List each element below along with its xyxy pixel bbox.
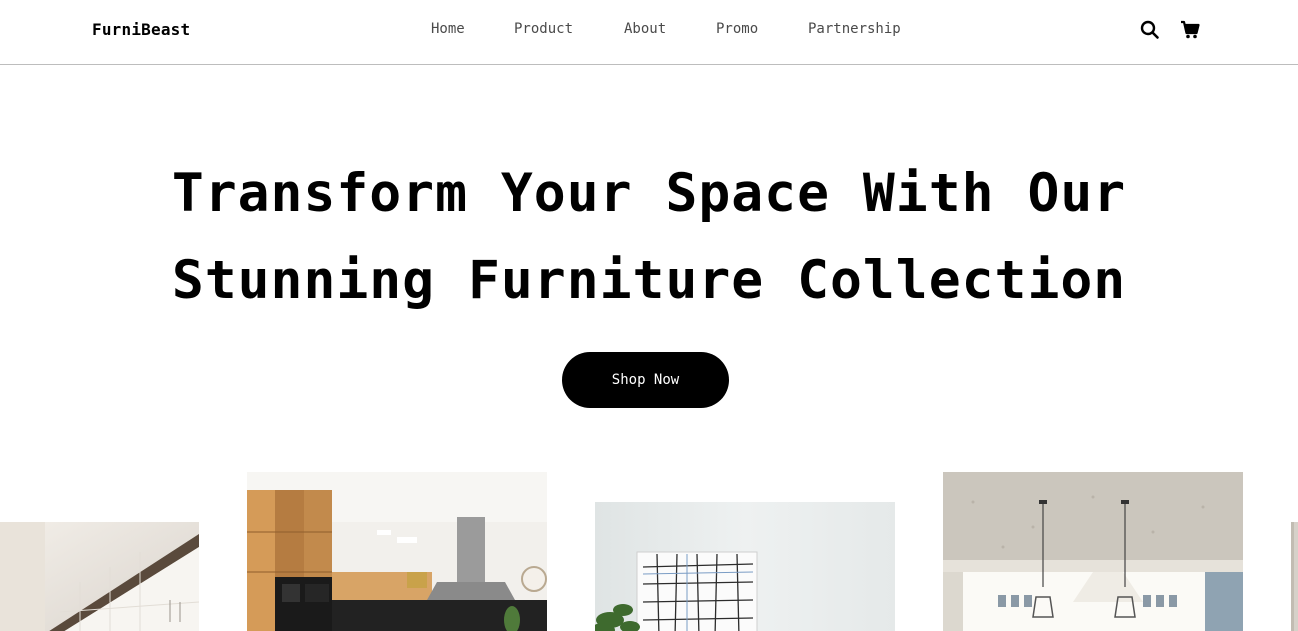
hero-title-line-1: Transform Your Space With Our: [171, 163, 1127, 224]
hero-title: Transform Your Space With Our Stunning F…: [0, 150, 1298, 324]
nav-item-home[interactable]: Home: [431, 21, 465, 37]
nav-item-about[interactable]: About: [624, 21, 666, 37]
gallery-image-bathroom: [0, 522, 199, 631]
nav-item-product[interactable]: Product: [514, 21, 573, 37]
nav-item-partnership[interactable]: Partnership: [808, 21, 901, 37]
shop-now-button[interactable]: Shop Now: [562, 352, 729, 408]
navbar: FurniBeast Home Product About Promo Part…: [0, 0, 1298, 65]
main-nav: Home Product About Promo Partnership: [0, 21, 1298, 41]
gallery-image-kitchen: [247, 472, 547, 631]
landing-page: FurniBeast Home Product About Promo Part…: [0, 0, 1298, 631]
cart-button[interactable]: [1179, 19, 1201, 41]
nav-item-promo[interactable]: Promo: [716, 21, 758, 37]
cart-icon: [1181, 20, 1200, 39]
gallery-image-wall-art: [595, 502, 895, 631]
gallery-image-pendant-kitchen: [943, 472, 1243, 631]
gallery-image-partial: [1291, 522, 1298, 631]
hero-title-line-2: Stunning Furniture Collection: [171, 250, 1127, 311]
search-icon: [1140, 20, 1159, 39]
search-button[interactable]: [1139, 19, 1161, 41]
